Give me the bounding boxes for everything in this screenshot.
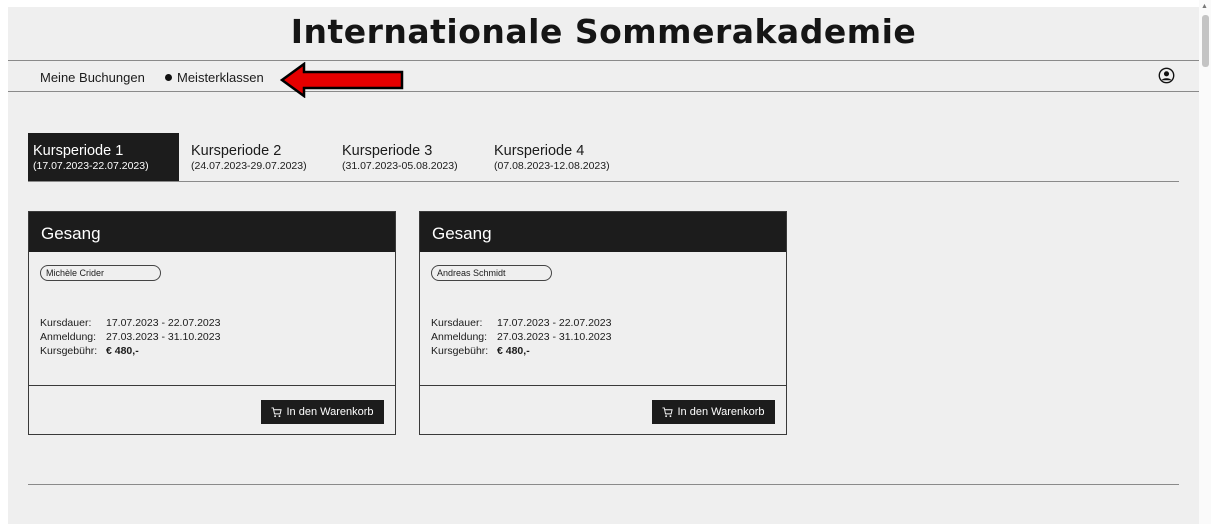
course-fee-row: Kursgebühr: € 480,- — [431, 345, 530, 357]
scrollbar-thumb[interactable] — [1202, 15, 1209, 67]
registration-label: Anmeldung: — [40, 331, 97, 343]
course-title: Gesang — [432, 224, 492, 243]
cart-icon — [662, 406, 674, 417]
fee-label: Kursgebühr: — [431, 345, 489, 357]
tab-label: Kursperiode 4 — [494, 143, 585, 159]
add-to-cart-button[interactable]: In den Warenkorb — [652, 400, 775, 424]
duration-label: Kursdauer: — [431, 317, 483, 329]
tab-label: Kursperiode 3 — [342, 143, 433, 159]
top-nav: Meine Buchungen Meisterklassen — [8, 60, 1199, 92]
section-divider — [28, 484, 1179, 485]
teacher-tag: Andreas Schmidt — [431, 265, 552, 281]
active-dot-icon — [165, 74, 172, 81]
add-to-cart-label: In den Warenkorb — [677, 406, 765, 418]
tab-date-range: (31.07.2023-05.08.2023) — [342, 160, 458, 172]
course-title: Gesang — [41, 224, 101, 243]
course-fee-row: Kursgebühr: € 480,- — [40, 345, 139, 357]
fee-label: Kursgebühr: — [40, 345, 98, 357]
duration-value: 17.07.2023 - 22.07.2023 — [497, 317, 612, 329]
add-to-cart-button[interactable]: In den Warenkorb — [261, 400, 384, 424]
page: Internationale Sommerakademie Meine Buch… — [8, 7, 1199, 524]
user-circle-icon[interactable] — [1158, 67, 1175, 84]
vertical-scrollbar[interactable]: ▲ — [1199, 0, 1211, 524]
duration-value: 17.07.2023 - 22.07.2023 — [106, 317, 221, 329]
nav-meine-buchungen[interactable]: Meine Buchungen — [40, 70, 145, 85]
cart-icon — [271, 406, 283, 417]
period-tabs: Kursperiode 1 (17.07.2023-22.07.2023) Ku… — [28, 133, 1179, 182]
add-to-cart-label: In den Warenkorb — [286, 406, 374, 418]
registration-value: 27.03.2023 - 31.10.2023 — [106, 331, 221, 343]
duration-label: Kursdauer: — [40, 317, 92, 329]
nav-meisterklassen[interactable]: Meisterklassen — [165, 70, 264, 85]
tab-date-range: (07.08.2023-12.08.2023) — [494, 160, 610, 172]
course-duration-row: Kursdauer: 17.07.2023 - 22.07.2023 — [40, 317, 220, 329]
course-card-header: Gesang — [29, 212, 395, 252]
course-card-footer: In den Warenkorb — [420, 385, 786, 434]
registration-label: Anmeldung: — [431, 331, 488, 343]
fee-value: € 480,- — [497, 345, 530, 357]
course-registration-row: Anmeldung: 27.03.2023 - 31.10.2023 — [40, 331, 220, 343]
tab-date-range: (17.07.2023-22.07.2023) — [33, 160, 149, 172]
nav-meisterklassen-label: Meisterklassen — [177, 70, 264, 85]
tab-label: Kursperiode 2 — [191, 143, 282, 159]
course-card-footer: In den Warenkorb — [29, 385, 395, 434]
course-duration-row: Kursdauer: 17.07.2023 - 22.07.2023 — [431, 317, 611, 329]
registration-value: 27.03.2023 - 31.10.2023 — [497, 331, 612, 343]
course-card-header: Gesang — [420, 212, 786, 252]
course-registration-row: Anmeldung: 27.03.2023 - 31.10.2023 — [431, 331, 611, 343]
scroll-up-arrow-icon[interactable]: ▲ — [1201, 3, 1208, 10]
tab-kursperiode-1[interactable]: Kursperiode 1 (17.07.2023-22.07.2023) — [28, 133, 179, 181]
annotation-arrow-icon — [280, 62, 404, 98]
course-card: Gesang Michèle Crider Kursdauer: 17.07.20… — [28, 211, 396, 435]
tab-label: Kursperiode 1 — [33, 143, 124, 159]
fee-value: € 480,- — [106, 345, 139, 357]
site-title: Internationale Sommerakademie — [290, 12, 917, 51]
tab-date-range: (24.07.2023-29.07.2023) — [191, 160, 307, 172]
teacher-tag: Michèle Crider — [40, 265, 161, 281]
course-card: Gesang Andreas Schmidt Kursdauer: 17.07.2… — [419, 211, 787, 435]
